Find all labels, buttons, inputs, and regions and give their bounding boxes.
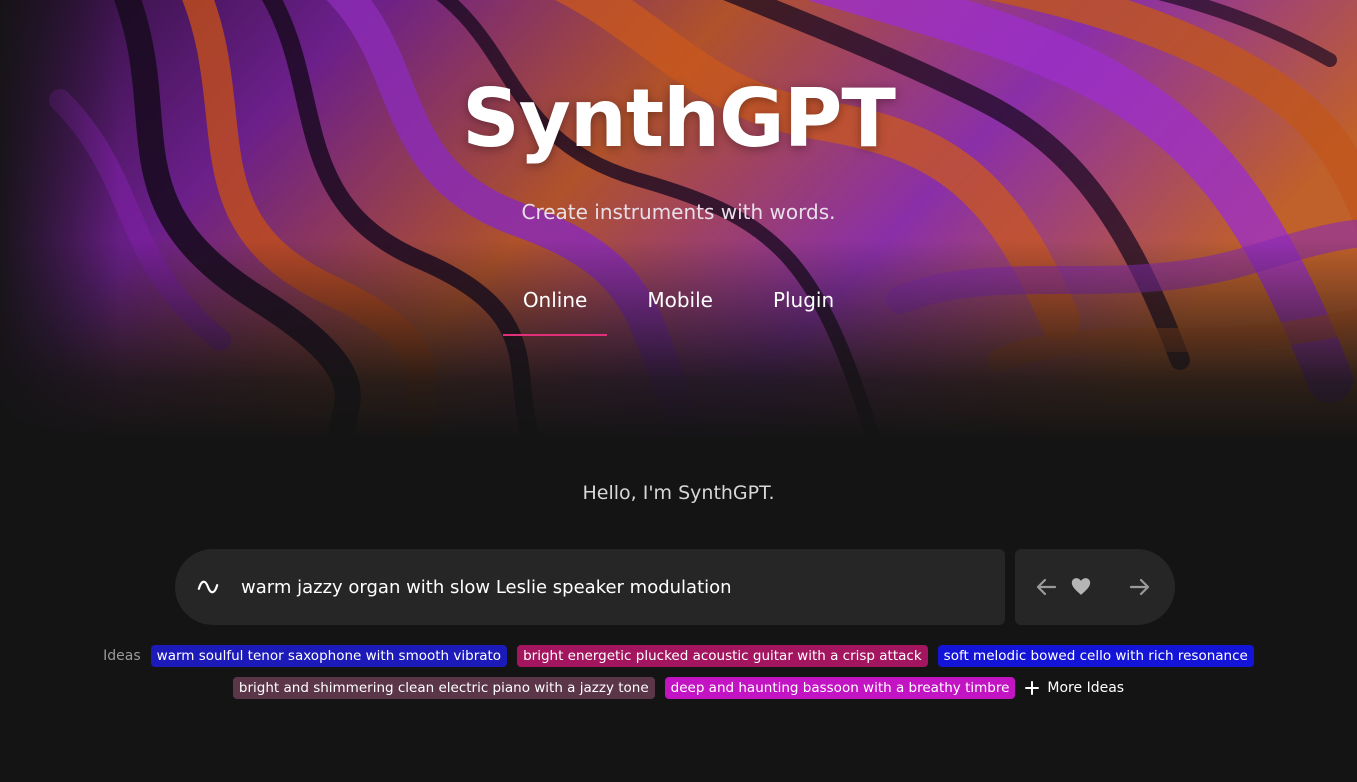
wave-icon [197,580,219,594]
arrow-right-icon[interactable] [1129,577,1151,597]
idea-chip[interactable]: bright and shimmering clean electric pia… [232,677,655,699]
hero-banner: SynthGPT Create instruments with words. … [0,0,1357,440]
prompt-controls [1015,549,1175,625]
heart-icon[interactable] [1071,577,1091,596]
tab-plugin[interactable]: Plugin [743,288,864,336]
prompt-bar [175,549,1005,625]
tab-online[interactable]: Online [493,288,618,336]
idea-chip[interactable]: warm soulful tenor saxophone with smooth… [150,645,508,667]
more-ideas-label: More Ideas [1047,680,1125,696]
ideas-section: Ideas warm soulful tenor saxophone with … [0,645,1357,699]
prompt-input[interactable] [239,575,963,599]
idea-chip[interactable]: soft melodic bowed cello with rich reson… [937,645,1254,667]
platform-tabs: Online Mobile Plugin [0,288,1357,336]
page-title: SynthGPT [462,72,896,165]
page-subtitle: Create instruments with words. [521,200,836,224]
idea-chip[interactable]: deep and haunting bassoon with a breathy… [664,677,1016,699]
ideas-label: Ideas [103,648,141,664]
arrow-left-icon[interactable] [1035,577,1057,597]
tab-mobile[interactable]: Mobile [617,288,743,336]
idea-chip[interactable]: bright energetic plucked acoustic guitar… [517,645,928,667]
more-ideas-button[interactable]: More Ideas [1025,680,1124,696]
hero-bottom-shade [0,240,1357,440]
plus-icon [1025,681,1040,695]
page: SynthGPT Create instruments with words. … [0,0,1357,782]
greeting-text: Hello, I'm SynthGPT. [582,482,775,504]
